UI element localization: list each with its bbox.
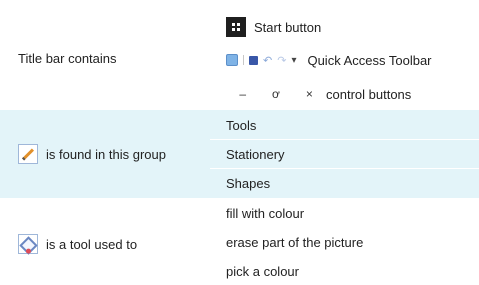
- answer-text: pick a colour: [226, 263, 299, 279]
- answer-fill-with-colour: fill with colour: [226, 199, 304, 227]
- restore-icon: ơ: [272, 87, 280, 101]
- answer-text: fill with colour: [226, 205, 305, 221]
- answer-text: Stationery: [226, 146, 285, 162]
- quick-access-toolbar-icons: ↶ ↷ ▾: [226, 54, 301, 67]
- prompt-text: is found in this group: [46, 146, 166, 162]
- answer-text: Start button: [254, 19, 322, 35]
- save-icon: [249, 55, 258, 65]
- prompt-title-bar: Title bar contains: [18, 46, 117, 70]
- answer-pick-a-colour: pick a colour: [226, 257, 299, 285]
- windows-start-icon: [226, 17, 246, 37]
- separator-icon: [243, 55, 244, 65]
- prompt-text: Title bar contains: [18, 50, 117, 66]
- answer-text: control buttons: [326, 86, 412, 102]
- customize-dropdown-icon: ▾: [291, 54, 297, 66]
- answer-quick-access-toolbar: ↶ ↷ ▾ Quick Access Toolbar: [226, 46, 432, 74]
- answer-tools: Tools: [226, 111, 256, 139]
- answer-text: erase part of the picture: [226, 234, 364, 250]
- paint-app-icon: [226, 54, 238, 66]
- answer-control-buttons: – ơ × control buttons: [226, 80, 411, 108]
- window-control-buttons: – ơ ×: [226, 87, 326, 101]
- prompt-tool: is a tool used to: [18, 232, 137, 256]
- pencil-icon: [18, 144, 38, 164]
- quiz-table: Title bar contains Start button ↶ ↷ ▾ Qu…: [0, 0, 479, 279]
- answer-stationery: Stationery: [226, 140, 285, 168]
- close-icon: ×: [305, 87, 313, 101]
- answer-erase-part: erase part of the picture: [226, 228, 363, 256]
- answer-shapes: Shapes: [226, 169, 270, 197]
- answer-start-button: Start button: [226, 13, 321, 41]
- prompt-text: is a tool used to: [46, 236, 138, 252]
- undo-icon: ↶: [263, 54, 273, 67]
- answer-text: Shapes: [226, 175, 271, 191]
- answer-text: Tools: [226, 117, 257, 133]
- fill-with-colour-icon: [18, 234, 38, 255]
- prompt-group: is found in this group: [18, 142, 166, 166]
- minimize-icon: –: [239, 87, 246, 101]
- redo-icon: ↷: [277, 54, 287, 67]
- answer-text: Quick Access Toolbar: [307, 52, 432, 68]
